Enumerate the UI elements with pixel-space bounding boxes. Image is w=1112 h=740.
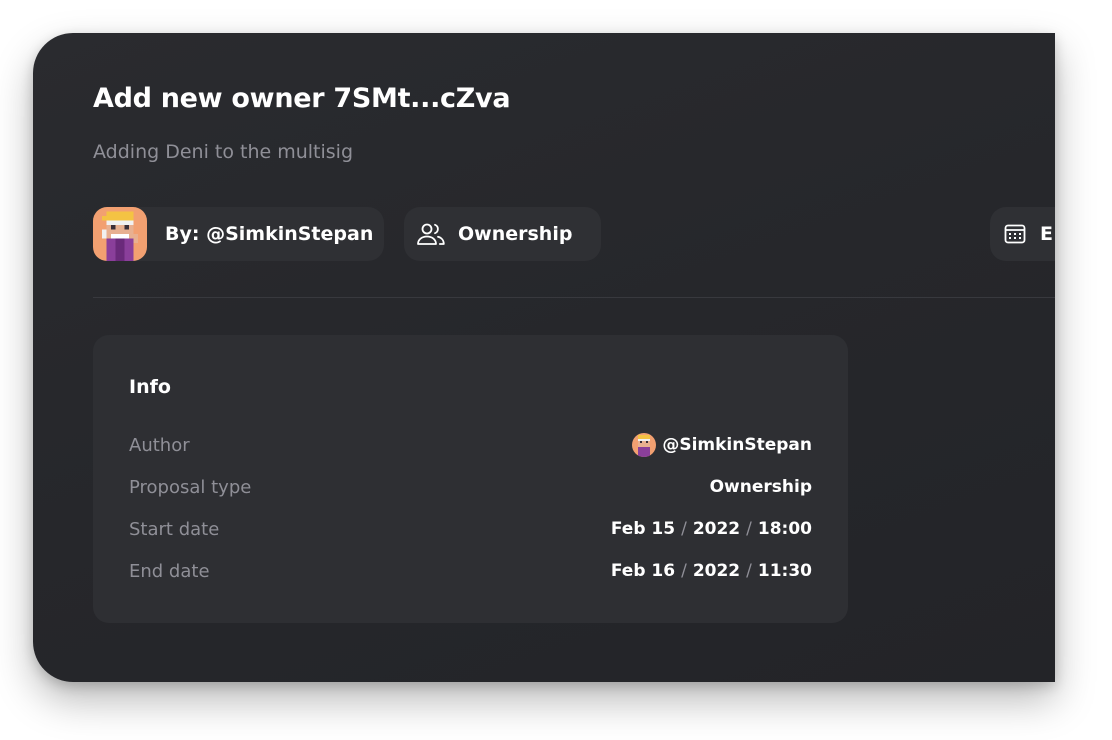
users-icon	[416, 222, 446, 246]
info-row-end-date: End date Feb 16 / 2022 / 11:30	[129, 556, 812, 586]
date-separator: /	[681, 519, 687, 539]
info-row-proposal-type: Proposal type Ownership	[129, 472, 812, 502]
start-date-time: 18:00	[757, 519, 812, 539]
info-row-start-date: Start date Feb 15 / 2022 / 18:00	[129, 514, 812, 544]
start-date-day: Feb 15	[610, 519, 676, 539]
info-row-author: Author @SimkinStepan	[129, 430, 812, 460]
calendar-icon	[1004, 224, 1026, 244]
info-heading: Info	[129, 376, 171, 398]
date-separator: /	[746, 519, 752, 539]
date-chip[interactable]: E	[990, 207, 1055, 261]
proposal-title: Add new owner 7SMt...cZva	[93, 83, 511, 114]
author-avatar-small	[632, 433, 657, 457]
info-value-author[interactable]: @SimkinStepan	[632, 433, 812, 457]
author-avatar	[93, 207, 147, 261]
author-chip-label: By: @SimkinStepan	[165, 223, 374, 245]
date-chip-label: E	[1040, 223, 1053, 245]
date-separator: /	[681, 561, 687, 581]
info-key-end-date: End date	[129, 560, 210, 582]
page: Add new owner 7SMt...cZva Adding Deni to…	[0, 0, 1112, 740]
info-key-author: Author	[129, 434, 190, 456]
proposal-description: Adding Deni to the multisig	[93, 141, 354, 163]
author-handle: @SimkinStepan	[662, 435, 812, 455]
info-panel: Info Author @SimkinStepan Proposal type …	[93, 335, 848, 623]
end-date-time: 11:30	[757, 561, 812, 581]
end-date-day: Feb 16	[610, 561, 676, 581]
end-date-year: 2022	[692, 561, 741, 581]
date-separator: /	[746, 561, 752, 581]
proposal-type-chip-label: Ownership	[458, 223, 573, 245]
proposal-type-chip[interactable]: Ownership	[404, 207, 601, 261]
info-key-proposal-type: Proposal type	[129, 476, 252, 498]
info-value-proposal-type: Ownership	[709, 477, 812, 497]
divider	[93, 297, 1055, 298]
info-key-start-date: Start date	[129, 518, 220, 540]
info-value-start-date: Feb 15 / 2022 / 18:00	[611, 519, 812, 539]
info-value-end-date: Feb 16 / 2022 / 11:30	[611, 561, 812, 581]
proposal-card: Add new owner 7SMt...cZva Adding Deni to…	[33, 33, 1055, 682]
start-date-year: 2022	[692, 519, 741, 539]
author-chip[interactable]: By: @SimkinStepan	[93, 207, 384, 261]
